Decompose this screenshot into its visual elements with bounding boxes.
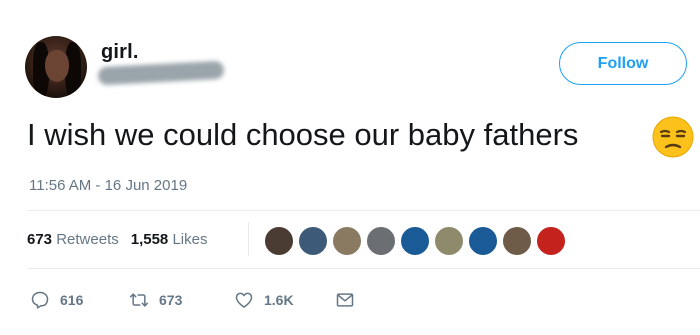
avatar[interactable]: [25, 36, 87, 98]
liker-avatar[interactable]: [365, 225, 397, 257]
reply-button[interactable]: 616: [30, 288, 83, 312]
retweets-stat[interactable]: 673 Retweets: [27, 231, 119, 248]
liker-avatar[interactable]: [433, 225, 465, 257]
divider: [27, 210, 700, 211]
liker-avatar[interactable]: [399, 225, 431, 257]
heart-icon: [235, 292, 253, 308]
stats-separator: [248, 222, 249, 256]
follow-button[interactable]: Follow: [559, 42, 687, 85]
liker-avatar[interactable]: [501, 225, 533, 257]
reply-count: 616: [60, 292, 84, 308]
retweet-icon: [129, 293, 149, 307]
envelope-icon: [336, 293, 354, 307]
retweets-label: Retweets: [56, 231, 119, 248]
direct-message-button[interactable]: [335, 288, 365, 312]
avatar-face: [45, 50, 69, 82]
reply-icon: [31, 291, 49, 309]
unamused-face-emoji-icon: [652, 116, 694, 158]
retweets-count: 673: [27, 231, 53, 248]
redacted-handle: [97, 60, 225, 86]
like-count: 1.6K: [264, 292, 294, 308]
liker-avatar[interactable]: [467, 225, 499, 257]
like-button[interactable]: 1.6K: [234, 288, 294, 312]
tweet-text: I wish we could choose our baby fathers: [27, 117, 579, 152]
liker-avatar[interactable]: [535, 225, 567, 257]
likes-stat[interactable]: 1,558 Likes: [131, 231, 208, 248]
tweet-stats: 673 Retweets 1,558 Likes: [27, 231, 207, 248]
liker-avatar[interactable]: [331, 225, 363, 257]
liker-avatar[interactable]: [263, 225, 295, 257]
tweet-timestamp[interactable]: 11:56 AM - 16 Jun 2019: [29, 177, 187, 194]
likes-count: 1,558: [130, 231, 169, 248]
retweet-button[interactable]: 673: [129, 288, 182, 312]
likes-label: Likes: [172, 231, 208, 248]
display-name[interactable]: girl.: [101, 41, 139, 64]
divider: [27, 268, 700, 269]
tweet-card: girl. Follow I wish we could choose our …: [0, 0, 700, 335]
liker-avatar[interactable]: [297, 225, 329, 257]
retweet-count: 673: [159, 292, 183, 308]
